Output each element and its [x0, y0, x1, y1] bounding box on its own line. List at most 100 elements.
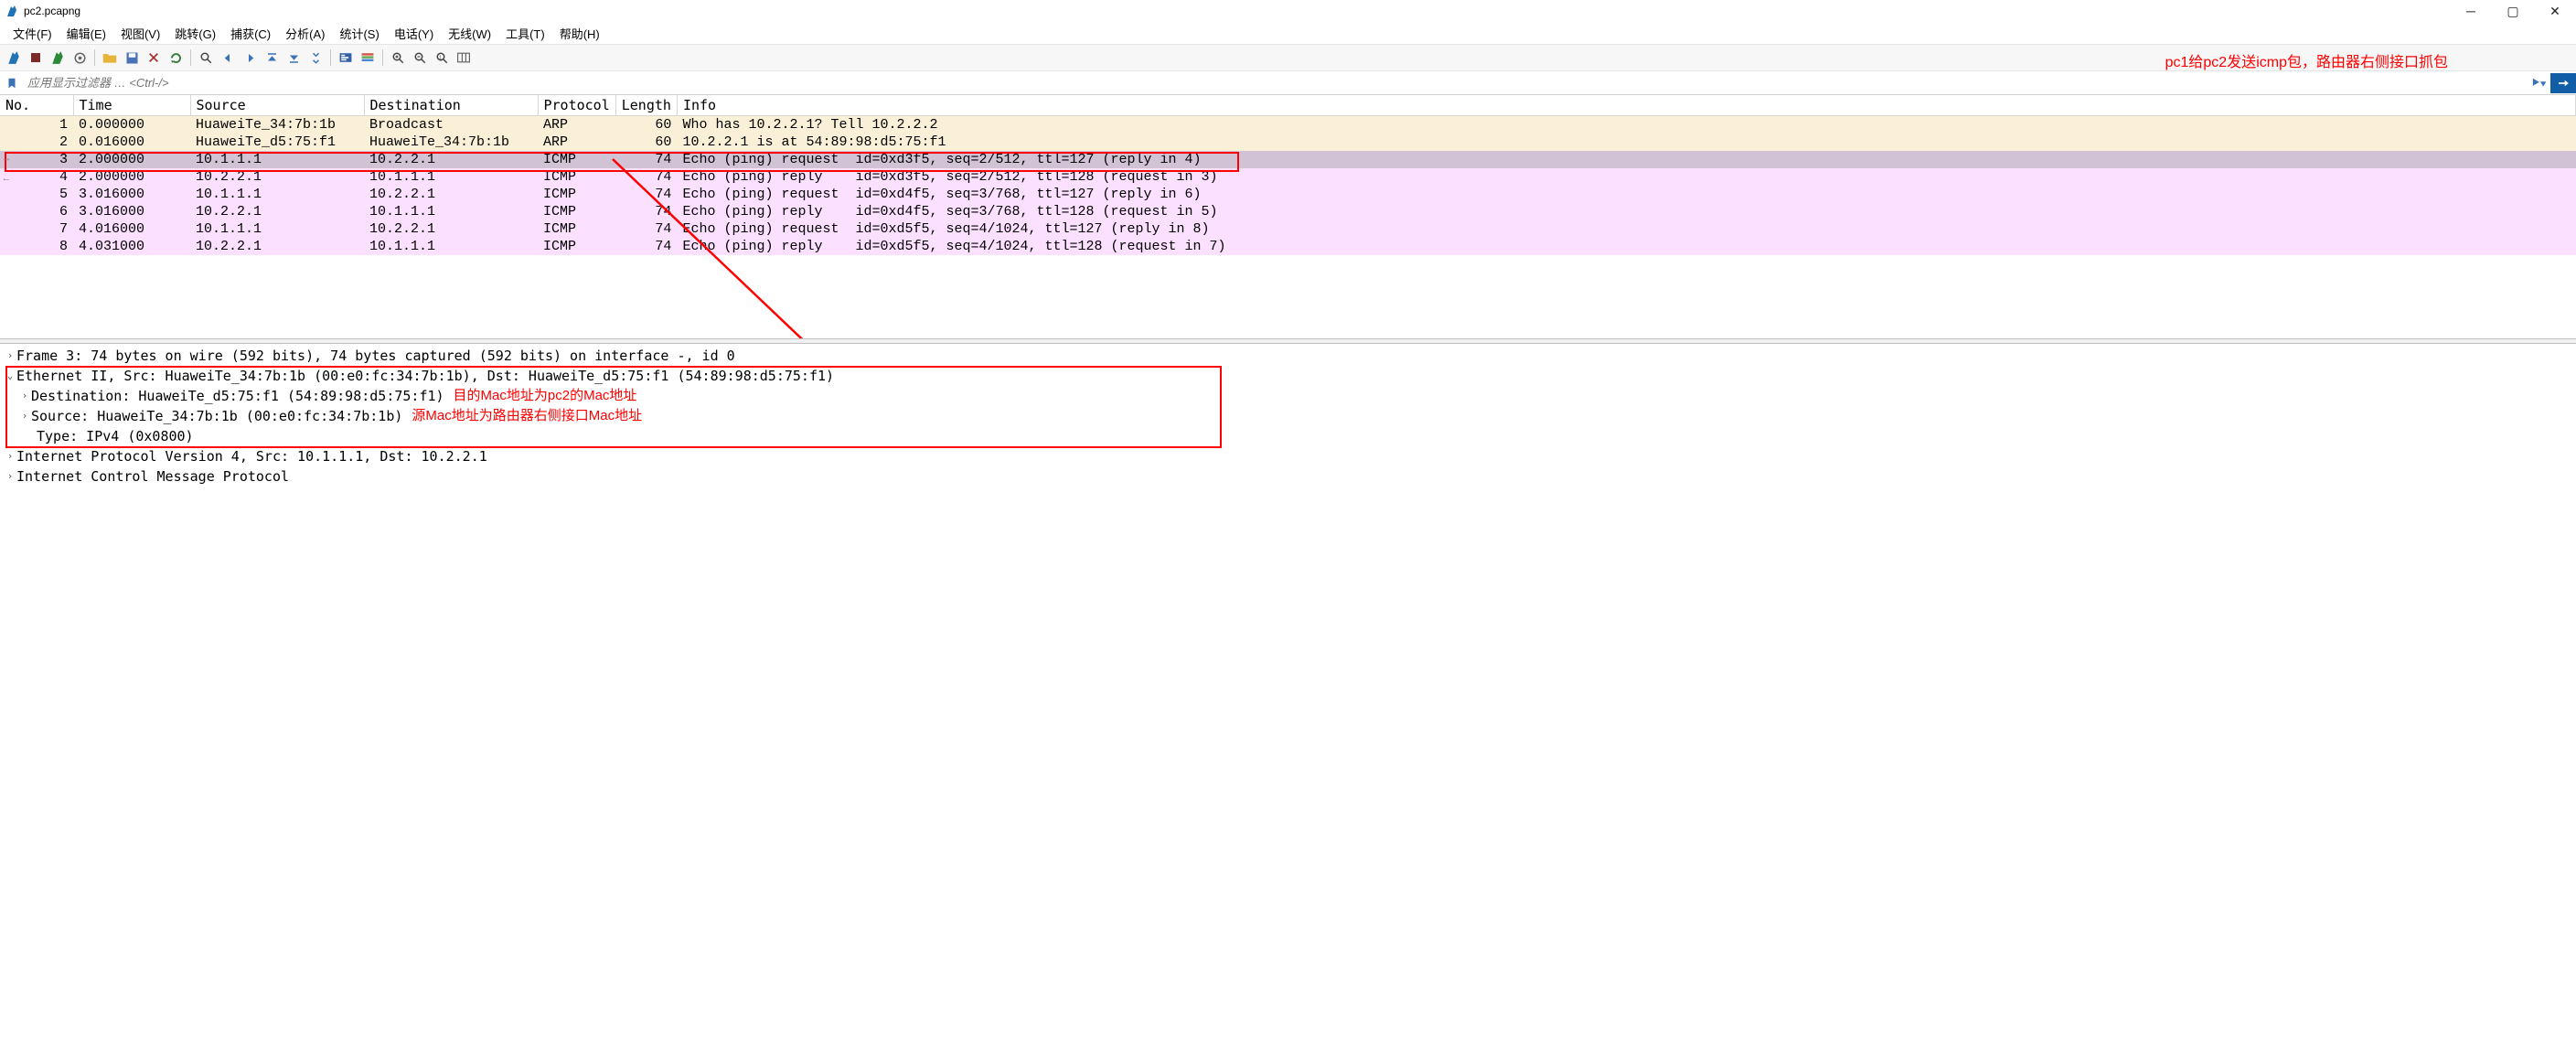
cell: 4.031000	[73, 238, 190, 255]
titlebar: pc2.pcapng ─ ▢ ✕	[0, 0, 2576, 22]
col-info[interactable]: Info	[677, 95, 2575, 116]
col-destination[interactable]: Destination	[364, 95, 538, 116]
cell: 3.016000	[73, 203, 190, 220]
table-row[interactable]: 53.01600010.1.1.110.2.2.1ICMP74Echo (pin…	[0, 186, 2576, 203]
detail-eth-dst[interactable]: ›Destination: HuaweiTe_d5:75:f1 (54:89:9…	[0, 386, 2576, 406]
options-icon[interactable]	[69, 48, 90, 68]
go-back-icon[interactable]	[218, 48, 238, 68]
table-row[interactable]: 42.00000010.2.2.110.1.1.1ICMP74Echo (pin…	[0, 168, 2576, 186]
go-forward-icon[interactable]	[240, 48, 260, 68]
detail-frame[interactable]: ›Frame 3: 74 bytes on wire (592 bits), 7…	[0, 346, 2576, 366]
cell: 3.016000	[73, 186, 190, 203]
chevron-right-icon[interactable]: ›	[18, 386, 31, 406]
cell: Echo (ping) request id=0xd5f5, seq=4/102…	[677, 220, 2575, 238]
annotation-top: pc1给pc2发送icmp包，路由器右侧接口抓包	[2165, 49, 2448, 71]
menu-item[interactable]: 跳转(G)	[167, 23, 223, 44]
menu-item[interactable]: 文件(F)	[5, 23, 59, 44]
cell: 74	[615, 203, 677, 220]
reload-icon[interactable]	[166, 48, 186, 68]
separator	[330, 49, 331, 66]
col-time[interactable]: Time	[73, 95, 190, 116]
chevron-right-icon[interactable]: ›	[18, 406, 31, 426]
close-file-icon[interactable]	[144, 48, 164, 68]
go-first-icon[interactable]	[283, 48, 304, 68]
menu-item[interactable]: 编辑(E)	[59, 23, 113, 44]
cell: Echo (ping) reply id=0xd4f5, seq=3/768, …	[677, 203, 2575, 220]
save-file-icon[interactable]	[122, 48, 142, 68]
detail-icmp[interactable]: ›Internet Control Message Protocol	[0, 466, 2576, 487]
zoom-out-icon[interactable]	[410, 48, 430, 68]
go-to-packet-icon[interactable]	[262, 48, 282, 68]
cell: ICMP	[538, 220, 615, 238]
cell: 74	[615, 186, 677, 203]
menu-item[interactable]: 统计(S)	[332, 23, 386, 44]
table-row[interactable]: 32.00000010.1.1.110.2.2.1ICMP74Echo (pin…	[0, 151, 2576, 168]
table-row[interactable]: 74.01600010.1.1.110.2.2.1ICMP74Echo (pin…	[0, 220, 2576, 238]
col-source[interactable]: Source	[190, 95, 364, 116]
cell: ARP	[538, 134, 615, 151]
go-last-icon[interactable]	[305, 48, 326, 68]
table-row[interactable]: 20.016000HuaweiTe_d5:75:f1HuaweiTe_34:7b…	[0, 134, 2576, 151]
packet-table[interactable]: No. Time Source Destination Protocol Len…	[0, 95, 2576, 255]
find-icon[interactable]	[196, 48, 216, 68]
annotation-dst-mac: 目的Mac地址为pc2的Mac地址	[454, 386, 637, 406]
chevron-down-icon[interactable]: ⌄	[4, 366, 16, 386]
cell: ICMP	[538, 203, 615, 220]
packet-details[interactable]: ›Frame 3: 74 bytes on wire (592 bits), 7…	[0, 344, 2576, 488]
cell: 8	[0, 238, 73, 255]
cell: 0.016000	[73, 134, 190, 151]
cell: 0.000000	[73, 116, 190, 134]
cell: Echo (ping) request id=0xd3f5, seq=2/512…	[677, 151, 2575, 168]
app-icon	[5, 5, 18, 17]
chevron-right-icon[interactable]: ›	[4, 446, 16, 466]
minimize-button[interactable]: ─	[2450, 0, 2492, 22]
menu-item[interactable]: 捕获(C)	[223, 23, 278, 44]
cell: ICMP	[538, 168, 615, 186]
cell: 74	[615, 238, 677, 255]
menu-item[interactable]: 分析(A)	[278, 23, 332, 44]
zoom-in-icon[interactable]	[388, 48, 408, 68]
restart-capture-icon[interactable]	[48, 48, 68, 68]
auto-scroll-icon[interactable]	[336, 48, 356, 68]
table-row[interactable]: 63.01600010.2.2.110.1.1.1ICMP74Echo (pin…	[0, 203, 2576, 220]
col-protocol[interactable]: Protocol	[538, 95, 615, 116]
filter-bar: ⯈▾	[0, 71, 2576, 95]
menubar: 文件(F)编辑(E)视图(V)跳转(G)捕获(C)分析(A)统计(S)电话(Y)…	[0, 22, 2576, 44]
cell: 10.2.2.1	[190, 238, 364, 255]
resize-columns-icon[interactable]	[454, 48, 474, 68]
zoom-reset-icon[interactable]: 1	[432, 48, 452, 68]
menu-item[interactable]: 工具(T)	[498, 23, 552, 44]
cell: 10.1.1.1	[190, 151, 364, 168]
annotation-src-mac: 源Mac地址为路由器右侧接口Mac地址	[412, 406, 642, 426]
detail-ethernet[interactable]: ⌄Ethernet II, Src: HuaweiTe_34:7b:1b (00…	[0, 366, 2576, 386]
stop-capture-icon[interactable]	[26, 48, 46, 68]
chevron-right-icon[interactable]: ›	[4, 346, 16, 366]
chevron-right-icon[interactable]: ›	[4, 466, 16, 487]
colorize-icon[interactable]	[358, 48, 378, 68]
menu-item[interactable]: 无线(W)	[441, 23, 498, 44]
display-filter-input[interactable]	[24, 73, 2527, 93]
detail-eth-type[interactable]: Type: IPv4 (0x0800)	[0, 426, 2576, 446]
bookmark-icon[interactable]	[2, 73, 22, 93]
menu-item[interactable]: 视图(V)	[113, 23, 167, 44]
table-row[interactable]: 10.000000HuaweiTe_34:7b:1bBroadcastARP60…	[0, 116, 2576, 134]
cell: 2	[0, 134, 73, 151]
detail-ip[interactable]: ›Internet Protocol Version 4, Src: 10.1.…	[0, 446, 2576, 466]
menu-item[interactable]: 帮助(H)	[552, 23, 607, 44]
cell: Echo (ping) reply id=0xd3f5, seq=2/512, …	[677, 168, 2575, 186]
open-file-icon[interactable]	[100, 48, 120, 68]
filter-apply-button[interactable]	[2550, 73, 2576, 93]
cell: Broadcast	[364, 116, 538, 134]
col-length[interactable]: Length	[615, 95, 677, 116]
maximize-button[interactable]: ▢	[2492, 0, 2534, 22]
packet-list[interactable]: No. Time Source Destination Protocol Len…	[0, 95, 2576, 338]
shark-fin-icon[interactable]	[4, 48, 24, 68]
col-no[interactable]: No.	[0, 95, 73, 116]
cell: Echo (ping) request id=0xd4f5, seq=3/768…	[677, 186, 2575, 203]
menu-item[interactable]: 电话(Y)	[387, 23, 441, 44]
expression-icon[interactable]: ⯈▾	[2528, 73, 2549, 93]
close-button[interactable]: ✕	[2534, 0, 2576, 22]
table-row[interactable]: 84.03100010.2.2.110.1.1.1ICMP74Echo (pin…	[0, 238, 2576, 255]
detail-eth-src[interactable]: ›Source: HuaweiTe_34:7b:1b (00:e0:fc:34:…	[0, 406, 2576, 426]
cell: 10.1.1.1	[190, 220, 364, 238]
